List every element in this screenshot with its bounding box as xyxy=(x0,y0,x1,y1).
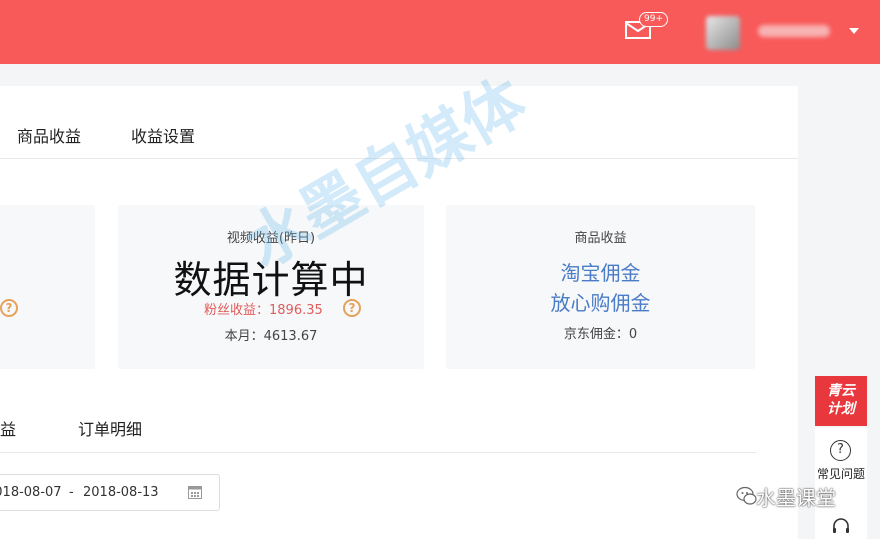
avatar[interactable] xyxy=(706,16,740,50)
main-card: 商品收益 收益设置 ? 视频收益(昨日) 数据计算中 粉丝收益：1896.35 … xyxy=(0,86,798,539)
stat-card-partial: ? xyxy=(0,205,95,369)
tab-income-settings[interactable]: 收益设置 xyxy=(131,123,195,147)
badge-line: 计划 xyxy=(827,401,855,417)
date-end[interactable]: 2018-08-13 xyxy=(83,485,159,500)
qingyun-plan-badge[interactable]: 青云 计划 xyxy=(815,376,867,426)
tab-goods-income[interactable]: 商品收益 xyxy=(17,123,81,147)
watermark-logo: 水墨课堂 xyxy=(726,482,836,511)
goods-income-card: 商品收益 淘宝佣金 放心购佣金 京东佣金：0 xyxy=(446,205,755,369)
question-icon[interactable]: ? xyxy=(830,440,851,461)
mail-count-badge: 99+ xyxy=(639,12,668,27)
fans-income-label: 粉丝收益：1896.35 xyxy=(204,303,323,318)
watermark-logo-text: 水墨课堂 xyxy=(756,486,836,510)
fangxingou-commission-link[interactable]: 放心购佣金 xyxy=(446,287,755,316)
video-income-value: 数据计算中 xyxy=(173,258,369,302)
jd-commission-label: 京东佣金：0 xyxy=(563,327,638,342)
date-start[interactable]: 2018-08-07 xyxy=(0,485,62,500)
video-income-card: 视频收益(昨日) 数据计算中 粉丝收益：1896.35 ? 本月：4613.67 xyxy=(118,205,424,369)
video-income-title: 视频收益(昨日) xyxy=(226,231,316,246)
question-icon[interactable]: ? xyxy=(343,299,361,317)
taobao-commission-link[interactable]: 淘宝佣金 xyxy=(446,257,755,286)
chevron-down-icon[interactable] xyxy=(849,28,859,34)
top-bar xyxy=(0,0,880,64)
month-income-label: 本月：4613.67 xyxy=(224,329,318,344)
date-range-picker[interactable]: 2018-08-07 - 2018-08-13 xyxy=(0,474,220,511)
username-blurred[interactable] xyxy=(758,25,830,37)
divider xyxy=(0,452,756,453)
subtab-order-details[interactable]: 订单明细 xyxy=(78,416,142,440)
question-icon[interactable]: ? xyxy=(0,299,18,317)
top-tabs: 商品收益 收益设置 xyxy=(0,86,798,159)
date-separator: - xyxy=(69,485,74,500)
headset-icon[interactable] xyxy=(831,517,851,537)
faq-label[interactable]: 常见问题 xyxy=(815,466,867,482)
subtab-income[interactable]: 收益 xyxy=(0,416,16,440)
goods-income-title: 商品收益 xyxy=(574,231,627,246)
badge-line: 青云 xyxy=(827,383,855,399)
calendar-icon[interactable] xyxy=(188,485,202,499)
